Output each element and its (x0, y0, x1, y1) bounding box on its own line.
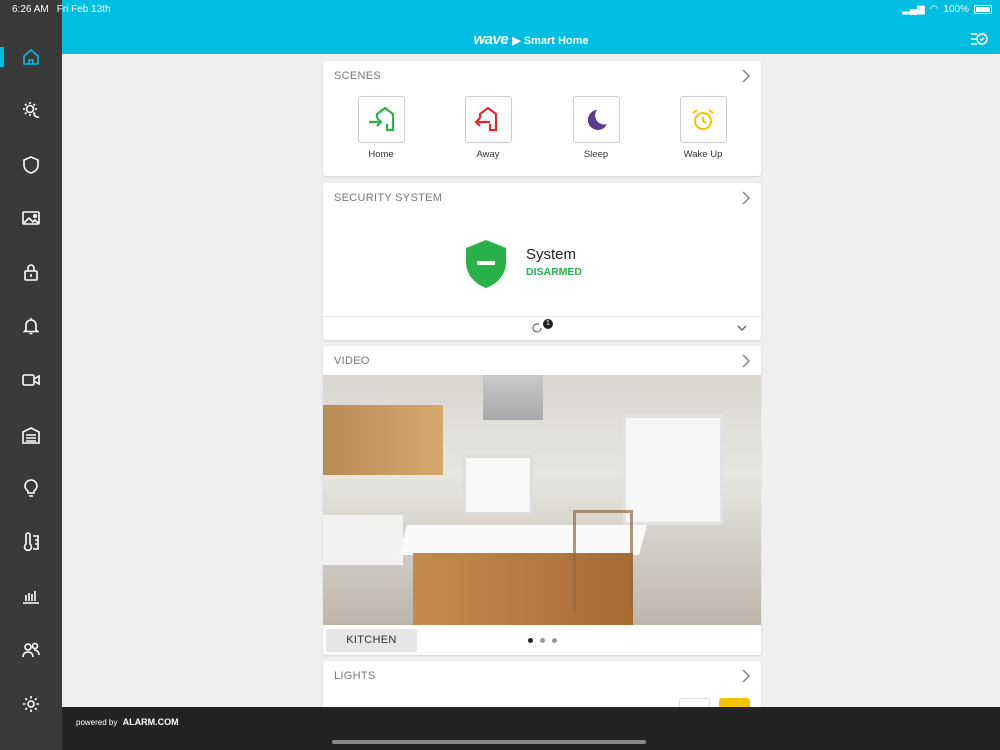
sidebar-item-scenes[interactable] (0, 90, 62, 130)
notification-badge: 1 (543, 319, 553, 329)
shield-disarmed-icon[interactable] (464, 239, 508, 289)
scene-label: Home (368, 149, 394, 160)
page-dot[interactable] (540, 638, 545, 643)
home-indicator[interactable] (332, 740, 646, 744)
wave-logo: wave (473, 31, 509, 48)
security-card: SECURITY SYSTEM System DISARMED 1 (323, 183, 761, 340)
status-bar-right: ▂▄▆ ◠ 100% (902, 4, 992, 15)
status-date: Fri Feb 13th (56, 4, 111, 15)
header-title: Smart Home (523, 35, 589, 47)
scene-label: Away (476, 149, 500, 160)
camera-label-button[interactable]: KITCHEN (326, 629, 417, 652)
battery-icon (974, 5, 992, 14)
chevron-right-icon[interactable] (741, 669, 751, 683)
sidebar-item-thermostat[interactable] (0, 522, 62, 562)
lightbulb-icon (24, 479, 38, 497)
sidebar-item-garage[interactable] (0, 415, 62, 455)
camera-feed[interactable] (323, 375, 761, 625)
page-indicator[interactable] (528, 638, 557, 643)
users-icon (22, 642, 40, 658)
alarm-com-logo: ALARM.COM (122, 717, 179, 727)
chart-icon (23, 591, 39, 604)
battery-percent: 100% (943, 4, 969, 15)
home-leave-icon (474, 106, 498, 131)
wifi-icon: ◠ (929, 4, 939, 15)
shield-icon (23, 156, 39, 174)
status-bar-left: 6:26 AM Fri Feb 13th (12, 4, 119, 15)
powered-by: powered by ALARM.COM (76, 717, 179, 727)
thermostat-icon (23, 532, 39, 552)
security-title: SECURITY SYSTEM (334, 192, 443, 204)
scene-home[interactable]: Home (351, 96, 411, 160)
signal-icon: ▂▄▆ (902, 4, 925, 15)
sidebar-item-home[interactable] (0, 37, 62, 77)
page-dot[interactable] (552, 638, 557, 643)
scene-wake-up[interactable]: Wake Up (673, 96, 733, 160)
sun-moon-icon (23, 102, 40, 118)
home-icon (23, 48, 39, 65)
moon-icon (587, 109, 607, 130)
refresh-icon[interactable] (531, 322, 543, 334)
scene-sleep[interactable]: Sleep (566, 96, 626, 160)
app-title: wave ▶ Smart Home (62, 31, 1000, 48)
system-label: System (526, 246, 577, 263)
scene-label: Wake Up (683, 149, 723, 160)
page-dot-active[interactable] (528, 638, 533, 643)
sidebar-item-notifications[interactable] (0, 306, 62, 346)
chevron-right-icon[interactable] (741, 191, 751, 205)
chevron-right-icon[interactable] (741, 69, 751, 83)
checklist-icon[interactable] (970, 30, 988, 48)
scenes-card: SCENES Home Away Sleep Wake Up (323, 61, 761, 176)
chevron-down-icon[interactable] (737, 325, 747, 332)
video-card: VIDEO KITCHEN (323, 346, 761, 655)
video-camera-icon (22, 374, 40, 386)
sidebar-item-lights[interactable] (0, 468, 62, 508)
image-icon (22, 211, 40, 225)
sidebar-item-energy[interactable] (0, 576, 62, 616)
sidebar-item-images[interactable] (0, 198, 62, 238)
footer-bar: powered by ALARM.COM (62, 707, 1000, 750)
play-icon: ▶ (512, 35, 524, 47)
scene-label: Sleep (583, 149, 609, 160)
sidebar-item-locks[interactable] (0, 252, 62, 292)
security-state: DISARMED (526, 266, 583, 278)
sidebar-item-security[interactable] (0, 145, 62, 185)
scenes-title: SCENES (334, 70, 382, 82)
sidebar-item-users[interactable] (0, 630, 62, 670)
chevron-right-icon[interactable] (741, 354, 751, 368)
gear-icon (23, 696, 39, 712)
lock-icon (24, 264, 38, 281)
alarm-clock-icon (692, 108, 714, 130)
sidebar-item-video[interactable] (0, 360, 62, 400)
sidebar-item-settings[interactable] (0, 684, 62, 724)
powered-by-text: powered by (76, 718, 118, 727)
garage-icon (22, 427, 40, 444)
bell-icon (22, 318, 40, 335)
status-time: 6:26 AM (12, 4, 49, 15)
scene-away[interactable]: Away (458, 96, 518, 160)
video-title: VIDEO (334, 355, 370, 367)
home-arrive-icon (369, 106, 395, 131)
app-header: ▂▄▆ ◠ 100% wave ▶ Smart Home (62, 0, 1000, 54)
lights-title: LIGHTS (334, 670, 376, 682)
